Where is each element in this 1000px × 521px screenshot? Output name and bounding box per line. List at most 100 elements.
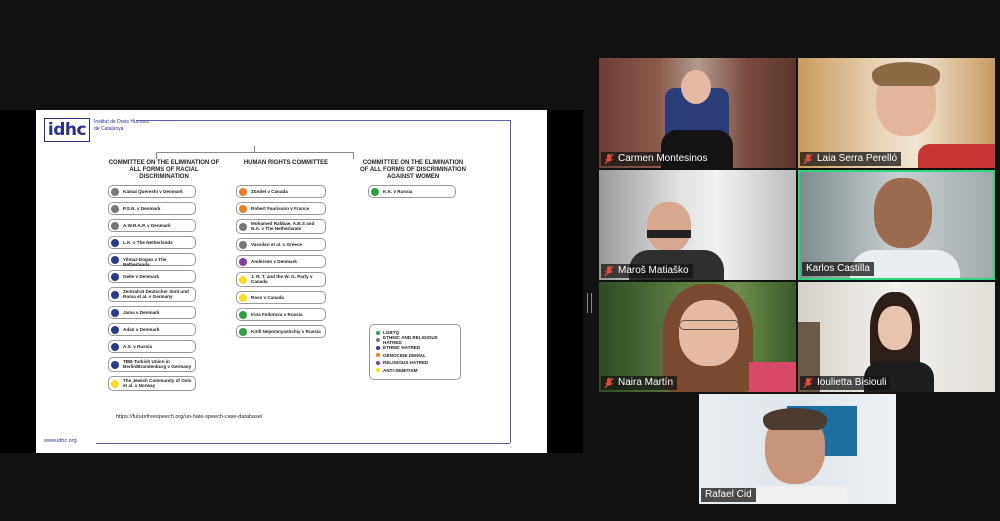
mic-muted-icon bbox=[802, 153, 814, 165]
shared-screen: idhc Institut de Drets Humans de Catalun… bbox=[0, 110, 583, 453]
category-dot bbox=[239, 327, 247, 336]
participant-name: Karlos Castilla bbox=[806, 263, 870, 274]
category-dot bbox=[111, 342, 119, 351]
category-dot bbox=[239, 240, 247, 249]
legend-label: GENOCIDE DENIAL bbox=[383, 352, 426, 358]
category-dot bbox=[111, 187, 119, 196]
column-title-cedaw: COMMITTEE ON THE ELIMINATION OF ALL FORM… bbox=[360, 160, 466, 180]
participant-name: Rafael Cid bbox=[705, 489, 752, 500]
legend-item: RELIGIOUS HATRED bbox=[376, 359, 454, 367]
case-label: Kamal Quereshi v Denmark bbox=[123, 189, 183, 194]
participant-name: Laia Serra Perelló bbox=[817, 153, 898, 164]
presentation-slide: idhc Institut de Drets Humans de Catalun… bbox=[36, 110, 547, 453]
case-label: Robert Faurisson v France bbox=[251, 206, 310, 211]
case-item: The Jewish Community of Oslo et al. v No… bbox=[108, 376, 196, 391]
legend-dot bbox=[376, 330, 380, 335]
category-dot bbox=[111, 379, 119, 388]
category-dot bbox=[111, 255, 119, 264]
case-item: Ross v Canada bbox=[236, 291, 326, 304]
participant-name-tag: Naira Martín bbox=[601, 376, 678, 390]
glasses bbox=[647, 230, 691, 238]
category-dot bbox=[111, 325, 119, 334]
case-label: L.K. v The Netherlands bbox=[123, 240, 173, 245]
case-item: A.W.R.A.P. v Denmark bbox=[108, 219, 196, 232]
participant-body bbox=[749, 486, 849, 504]
case-label: Adan v Denmark bbox=[123, 327, 160, 332]
frame-line bbox=[136, 120, 510, 121]
database-url: https://futurefreespeech.org/un-hate-spe… bbox=[116, 414, 263, 420]
participant-name-tag: Laia Serra Perelló bbox=[800, 152, 902, 166]
participant-name-tag: Karlos Castilla bbox=[802, 262, 874, 276]
case-item: K.K. v Russia bbox=[368, 185, 456, 198]
category-dot bbox=[111, 221, 119, 230]
case-label: TBB-Turkish Union in Berlin/Brandenburg … bbox=[123, 359, 192, 370]
category-dot bbox=[239, 293, 247, 302]
mic-muted-icon bbox=[603, 377, 615, 389]
column-title-hrc: HUMAN RIGHTS COMMITTEE bbox=[243, 160, 329, 166]
participant-name-tag: Carmen Montesinos bbox=[601, 152, 712, 166]
category-dot bbox=[111, 360, 119, 369]
participant-name: Naira Martín bbox=[618, 377, 674, 388]
participant-hair bbox=[872, 62, 940, 86]
legend-dot bbox=[376, 353, 380, 358]
video-tile[interactable]: Ioulietta Bisiouli bbox=[798, 282, 995, 392]
case-item: Vassilari et al. v Greece bbox=[236, 238, 326, 251]
mic-muted-icon bbox=[603, 153, 615, 165]
participant-face bbox=[681, 70, 711, 104]
case-label: J. R. T. and the W. G. Party v Canada bbox=[251, 274, 313, 285]
legend-item: ETHNIC AND RELIGIOUS HATRED bbox=[376, 335, 454, 346]
frame-line bbox=[510, 120, 511, 443]
website-footer: www.idhc.org bbox=[44, 438, 77, 444]
case-label: K.K. v Russia bbox=[383, 189, 413, 194]
participant-name-tag: Maroš Matiaško bbox=[601, 264, 693, 278]
legend-dot bbox=[376, 345, 380, 350]
legend-item: ANTI-SEMITISM bbox=[376, 367, 454, 375]
legend-label: ETHNIC AND RELIGIOUS HATRED bbox=[383, 335, 438, 346]
participant-body bbox=[918, 144, 995, 168]
video-tile[interactable]: Laia Serra Perelló bbox=[798, 58, 995, 168]
participant-body bbox=[749, 362, 796, 392]
category-dot bbox=[239, 310, 247, 319]
category-dot bbox=[111, 238, 119, 247]
legend-label: ANTI-SEMITISM bbox=[383, 367, 418, 373]
tree-connector bbox=[254, 146, 255, 152]
case-label: Zentralrat Deutscher Sinti und Roma et a… bbox=[123, 289, 189, 300]
legend: LGBTQ ETHNIC AND RELIGIOUS HATRED ETHNIC H… bbox=[369, 324, 461, 380]
case-item: Andersen v Denmark bbox=[236, 255, 326, 268]
category-dot bbox=[239, 222, 247, 231]
video-tile-active-speaker[interactable]: Karlos Castilla bbox=[798, 170, 995, 280]
category-dot bbox=[371, 187, 379, 196]
case-label: Jama v Denmark bbox=[123, 310, 160, 315]
case-item: J. R. T. and the W. G. Party v Canada bbox=[236, 272, 326, 287]
participant-name-tag: Rafael Cid bbox=[701, 488, 756, 502]
case-item: Robert Faurisson v France bbox=[236, 202, 326, 215]
frame-line bbox=[96, 443, 510, 444]
case-item: L.K. v The Netherlands bbox=[108, 236, 196, 249]
case-label: Kirill Nepomnyashchiy v Russia bbox=[251, 329, 321, 334]
participant-face bbox=[878, 306, 912, 350]
case-label: Irina Fedotova v Russia bbox=[251, 312, 303, 317]
participant-name: Ioulietta Bisiouli bbox=[817, 377, 887, 388]
video-tile[interactable]: Rafael Cid bbox=[699, 394, 896, 504]
case-item: Jama v Denmark bbox=[108, 306, 196, 319]
video-tile[interactable]: Naira Martín bbox=[599, 282, 796, 392]
category-dot bbox=[239, 275, 247, 284]
case-label: A.W.R.A.P. v Denmark bbox=[123, 223, 171, 228]
category-dot bbox=[239, 204, 247, 213]
case-label: Andersen v Denmark bbox=[251, 259, 297, 264]
tree-connector bbox=[156, 152, 354, 159]
participant-name: Carmen Montesinos bbox=[618, 153, 708, 164]
participant-face bbox=[679, 300, 739, 366]
resize-handle[interactable] bbox=[587, 293, 592, 313]
case-item: Gelle v Denmark bbox=[108, 270, 196, 283]
video-tile[interactable]: Maroš Matiaško bbox=[599, 170, 796, 280]
legend-dot bbox=[376, 360, 380, 365]
case-label: Mohamed Rabbae, A.B.S and N.A. v The Net… bbox=[251, 221, 315, 232]
mic-muted-icon bbox=[603, 265, 615, 277]
legend-dot bbox=[376, 368, 380, 373]
category-dot bbox=[239, 257, 247, 266]
case-label: Vassilari et al. v Greece bbox=[251, 242, 303, 247]
video-tile[interactable]: Carmen Montesinos bbox=[599, 58, 796, 168]
case-item: P.S.N. v Denmark bbox=[108, 202, 196, 215]
case-item: Yilmaz-Dogan v The Netherlands bbox=[108, 253, 196, 267]
